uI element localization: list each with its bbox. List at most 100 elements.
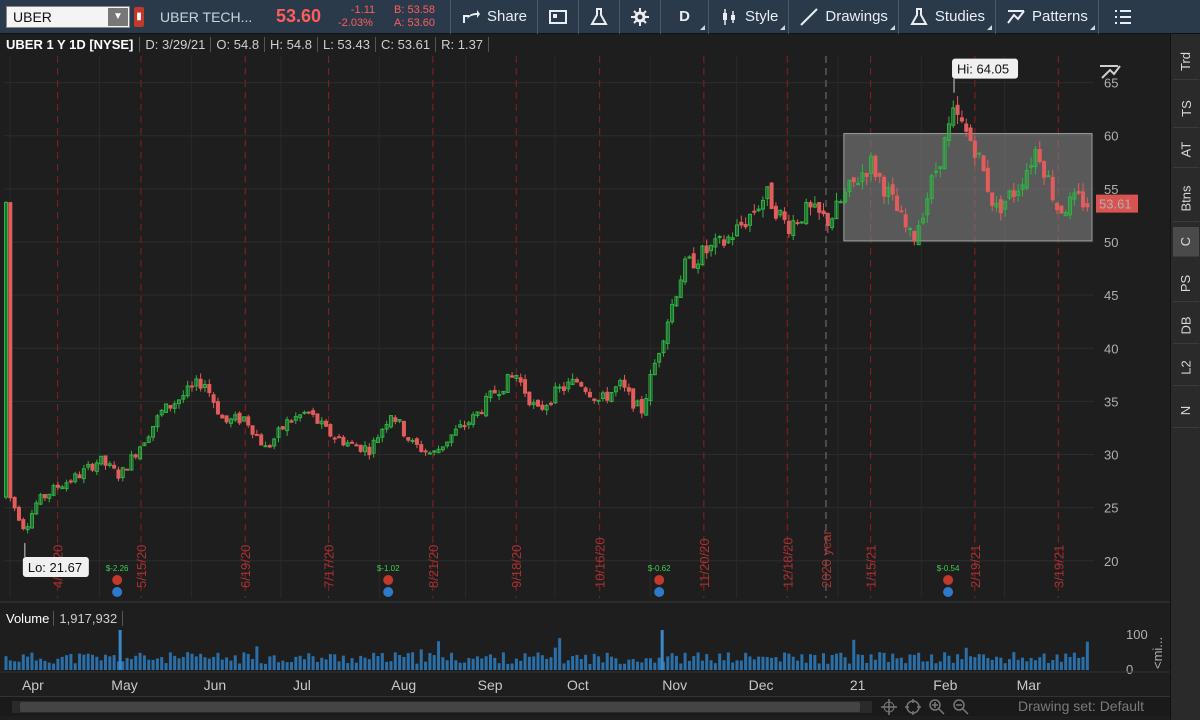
volume-bar [203,657,207,670]
sidebar-tab-c[interactable]: C [1173,227,1199,257]
studies-button[interactable]: Studies [897,0,995,34]
line-draw-icon [800,7,819,26]
volume-bar [34,660,38,670]
menu-button[interactable] [1097,0,1147,34]
candle-body [877,173,882,177]
grid-icon [549,9,568,24]
volume-bar [670,653,674,670]
volume-bar [307,653,311,670]
expiration-label: 7/17/20 [322,545,337,588]
candle-body [691,253,696,269]
chart-app: UBER ▼ ▮ UBER TECH... 53.60 -1.11 -2.03%… [0,0,1200,720]
earnings-icon [943,575,954,585]
share-button[interactable]: Share [450,0,537,34]
candle-body [423,450,428,453]
scroll-thumb[interactable] [20,702,860,712]
sidebar-tab-l2[interactable]: L2 [1173,350,1199,386]
candle-body [350,441,355,444]
volume-bar [220,659,224,670]
drawing-set-label[interactable]: Drawing set: Default [1018,698,1144,714]
candle-body [432,450,437,453]
volume-bar [925,661,929,670]
volume-label[interactable]: Volume [0,610,55,626]
volume-bar [285,662,289,670]
settings-button[interactable] [619,0,660,34]
volume-bar [21,654,25,670]
zoom-in-icon[interactable] [928,698,946,716]
volume-bar [1072,652,1076,670]
volume-bar [995,656,999,670]
symbol-input[interactable]: UBER ▼ [6,5,130,28]
sidebar-tab-btns[interactable]: Btns [1173,176,1199,222]
sidebar-tab-ts[interactable]: TS [1173,90,1199,128]
volume-bar [99,660,103,670]
studies-lab-button[interactable] [578,0,619,34]
sidebar-tab-n[interactable]: N [1173,394,1199,428]
candle-body [1011,190,1016,198]
pan-icon[interactable] [880,698,898,716]
volume-bar [1068,656,1072,670]
volume-bar [778,661,782,670]
candle-body [112,464,117,469]
link-badge-icon[interactable]: ▮ [134,6,144,27]
volume-bar [683,652,687,670]
candle-body [224,415,229,423]
volume-bar [748,656,752,670]
candle-body [817,202,822,213]
volume-bar [91,654,95,670]
candle-body [1055,202,1060,211]
volume-bar [709,660,713,670]
horizontal-scrollbar[interactable] [12,701,872,713]
month-label: 21 [850,677,866,693]
sidebar-tab-db[interactable]: DB [1173,308,1199,344]
volume-bar [86,653,90,670]
month-label: Jun [204,677,227,693]
volume-bar [233,655,237,670]
volume-bar [1025,661,1029,670]
price-chart[interactable]: 4/17/205/15/206/19/207/17/208/21/209/18/… [0,54,1170,696]
volume-bar [30,652,34,670]
patterns-button[interactable]: Patterns [994,0,1098,34]
volume-bar [95,656,99,670]
volume-bar [744,652,748,670]
volume-bar [493,657,497,670]
candle-body [207,384,212,394]
candle-body [55,484,60,488]
sidebar-tab-label: DB [1178,316,1194,335]
volume-bar [895,658,899,670]
candle-body [354,444,359,447]
candle-body [786,220,791,235]
volume-bar [328,654,332,670]
flexible-grid-button[interactable] [537,0,578,34]
volume-bar [566,660,570,670]
info-icon [654,587,665,597]
candle-body [561,386,566,391]
chevron-down-icon[interactable]: ▼ [108,7,128,26]
open-field: O: 54.8 [211,36,266,52]
chart-title[interactable]: UBER 1 Y 1D [NYSE] [0,36,141,52]
volume-bar [679,663,683,670]
volume-bar [8,660,12,670]
timeframe-button[interactable]: D [660,0,708,34]
crosshair-icon[interactable] [904,698,922,716]
volume-bar [956,654,960,670]
volume-bar [480,658,484,670]
candle-body [899,210,904,213]
style-button[interactable]: Style [708,0,788,34]
volume-bar [575,654,579,670]
share-label: Share [487,8,528,25]
drawings-button[interactable]: Drawings [788,0,898,34]
volume-bar [648,658,652,670]
volume-bar [242,652,246,670]
volume-bar [411,652,415,670]
sidebar-tab-ps[interactable]: PS [1173,266,1199,302]
volume-bar [65,655,69,670]
sidebar-tab-trd[interactable]: Trd [1173,44,1199,80]
sidebar-tab-at[interactable]: AT [1173,132,1199,168]
candle-body [12,496,17,509]
candle-body [769,182,774,210]
volume-bar [912,654,916,670]
zoom-out-icon[interactable] [952,698,970,716]
volume-bar [419,649,423,670]
volume-bar [207,658,211,670]
